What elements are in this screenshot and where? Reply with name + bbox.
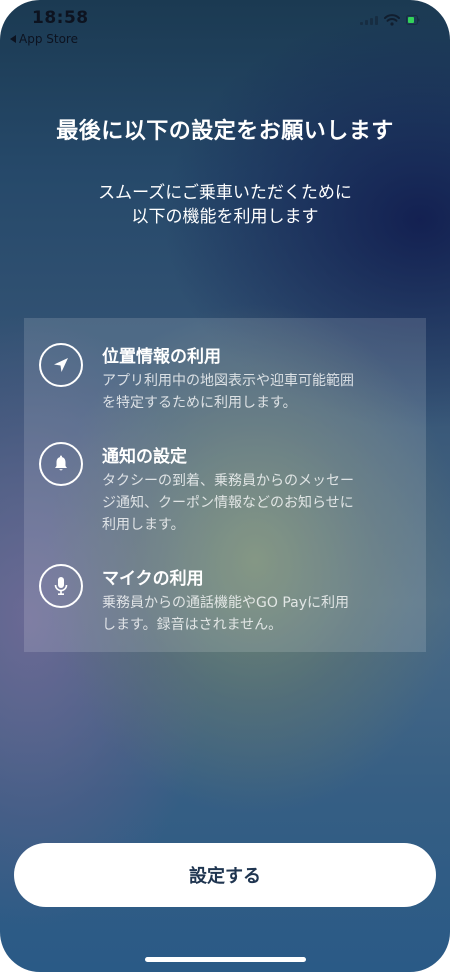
signal-icon [360, 15, 378, 25]
description-line: 乗務員からの通話機能やGO Payに利用 [102, 595, 349, 611]
feature-description: 乗務員からの通話機能やGO Payに利用 します。録音はされません。 [102, 592, 412, 636]
wifi-icon [384, 14, 400, 26]
location-arrow-icon [39, 343, 83, 387]
page-title: 最後に以下の設定をお願いします [56, 119, 394, 144]
feature-title: 通知の設定 [102, 447, 187, 467]
feature-description: アプリ利用中の地図表示や迎車可能範囲 を特定するために利用します。 [102, 370, 412, 414]
feature-description: タクシーの到着、乗務員からのメッセー ジ通知、クーポン情報などのお知らせに 利用… [102, 470, 412, 536]
microphone-icon [39, 564, 83, 608]
description-line: タクシーの到着、乗務員からのメッセー [102, 473, 354, 489]
back-to-app-store[interactable]: App Store [10, 32, 78, 46]
page-subtitle: スムーズにご乗車いただくために 以下の機能を利用します [0, 181, 450, 229]
description-line: ジ通知、クーポン情報などのお知らせに [102, 495, 354, 511]
permissions-card: 位置情報の利用 アプリ利用中の地図表示や迎車可能範囲 を特定するために利用します… [24, 318, 426, 652]
settings-button[interactable]: 設定する [14, 843, 436, 907]
bell-icon [39, 442, 83, 486]
feature-title: マイクの利用 [102, 569, 204, 589]
home-indicator[interactable] [145, 957, 306, 962]
subtitle-line: スムーズにご乗車いただくために [98, 183, 352, 203]
feature-title: 位置情報の利用 [102, 347, 221, 367]
description-line: します。録音はされません。 [102, 617, 283, 633]
description-line: アプリ利用中の地図表示や迎車可能範囲 [102, 373, 354, 389]
status-icons [360, 14, 420, 26]
status-time: 18:58 [32, 8, 89, 28]
back-label: App Store [19, 32, 78, 46]
back-arrow-icon [10, 35, 16, 43]
description-line: 利用します。 [102, 517, 185, 533]
description-line: を特定するために利用します。 [102, 395, 297, 411]
battery-icon [406, 15, 420, 25]
subtitle-line: 以下の機能を利用します [131, 207, 319, 227]
screen: 18:58 App Store 最後に以下の設定をお願いします スムーズにご乗車… [0, 0, 450, 972]
